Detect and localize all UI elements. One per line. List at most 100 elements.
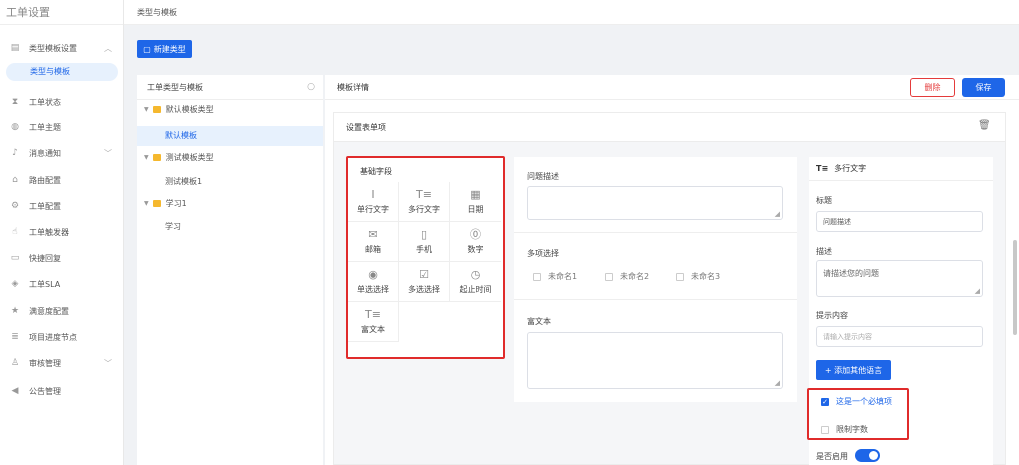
sidebar-item-label: 工单SLA bbox=[29, 279, 61, 289]
sidebar-item-label: 路由配置 bbox=[29, 175, 61, 185]
resize-grip-icon: ◢ bbox=[974, 287, 980, 295]
field-multi-line-text[interactable]: T≡ 多行文字 bbox=[399, 182, 450, 222]
limit-checkbox[interactable]: 限制字数 bbox=[821, 424, 868, 435]
sidebar-item-5[interactable]: ⌂ 路由配置 bbox=[0, 170, 124, 190]
required-checkbox[interactable]: ✓ 这是一个必填项 bbox=[821, 396, 892, 407]
tree-folder-test[interactable]: ▼ 测试模板类型 bbox=[144, 152, 214, 163]
sidebar-item-10[interactable]: ★ 满意度配置 bbox=[0, 301, 124, 321]
sidebar-item-4[interactable]: ♪ 消息通知 ﹀ bbox=[0, 143, 124, 163]
hint-input[interactable]: 请输入提示内容 bbox=[816, 326, 983, 347]
folder-icon bbox=[152, 106, 161, 113]
multi-line-text-icon: T≡ bbox=[416, 187, 432, 201]
tree-item-label: 学习1 bbox=[165, 199, 187, 208]
breadcrumb: 类型与模板 bbox=[124, 0, 1019, 25]
field-label: 富文本 bbox=[361, 324, 385, 334]
sidebar-item-2[interactable]: ⧗ 工单状态 bbox=[0, 92, 124, 112]
sidebar-item-8[interactable]: ▭ 快捷回复 bbox=[0, 248, 124, 268]
sidebar-item-label: 满意度配置 bbox=[29, 306, 69, 316]
tree-item-study[interactable]: 学习 bbox=[165, 221, 181, 232]
option-label: 未命名2 bbox=[620, 272, 650, 281]
shield-icon: ◈ bbox=[11, 279, 19, 289]
sidebar-item-9[interactable]: ◈ 工单SLA bbox=[0, 274, 124, 294]
tree-item-test1[interactable]: 测试模板1 bbox=[165, 176, 202, 187]
field-checkbox[interactable]: ☑ 多选选择 bbox=[399, 262, 450, 302]
sidebar-item-11[interactable]: ≣ 项目进度节点 bbox=[0, 327, 124, 347]
sidebar-item-label: 工单主题 bbox=[29, 122, 61, 132]
question-label: 问题描述 bbox=[527, 172, 559, 181]
field-radio[interactable]: ◉ 单选选择 bbox=[348, 262, 399, 302]
new-doc-icon: ▢ bbox=[143, 44, 151, 54]
sidebar-item-label: 项目进度节点 bbox=[29, 332, 77, 342]
divider bbox=[514, 299, 797, 300]
sidebar-item-1[interactable]: 类型与模板 bbox=[6, 63, 118, 81]
sidebar-item-3[interactable]: ◍ 工单主题 bbox=[0, 117, 124, 137]
field-rich-text[interactable]: T≡ 富文本 bbox=[348, 302, 399, 342]
field-label: 日期 bbox=[467, 204, 484, 214]
left-panel-header: 工单类型与模板 ○ bbox=[137, 75, 323, 100]
tree-item-label: 测试模板类型 bbox=[165, 153, 214, 162]
tree-item-label: 默认模板 bbox=[165, 131, 197, 140]
sidebar-item-12[interactable]: ♙ 审核管理 ﹀ bbox=[0, 353, 124, 373]
field-label: 手机 bbox=[416, 244, 432, 254]
save-button[interactable]: 保存 bbox=[962, 78, 1005, 97]
sidebar-item-label: 工单配置 bbox=[29, 201, 61, 211]
phone-icon: ▯ bbox=[420, 227, 428, 241]
divider bbox=[514, 232, 797, 233]
tree-folder-study[interactable]: ▼ 学习1 bbox=[144, 198, 187, 209]
question-textarea[interactable]: ◢ bbox=[527, 186, 783, 220]
new-type-button[interactable]: ▢ 新建类型 bbox=[137, 40, 192, 58]
field-clock[interactable]: ◷ 起止时间 bbox=[450, 262, 501, 302]
hint-label: 提示内容 bbox=[816, 311, 848, 320]
option-checkbox[interactable]: 未命名2 bbox=[605, 271, 649, 282]
gear-icon: ⚙ bbox=[10, 201, 20, 211]
enabled-toggle[interactable] bbox=[855, 449, 880, 462]
tree-selected-row[interactable]: 默认模板 bbox=[137, 126, 323, 146]
rich-text-area[interactable]: ◢ bbox=[527, 332, 783, 389]
option-label: 未命名3 bbox=[691, 272, 721, 281]
desc-value: 请描述您的问题 bbox=[823, 269, 879, 278]
form-section-title: 设置表单项 bbox=[333, 112, 1006, 142]
new-type-label: 新建类型 bbox=[153, 44, 186, 54]
sidebar-item-13[interactable]: ◀ 公告管理 bbox=[0, 381, 124, 401]
resize-grip-icon: ◢ bbox=[774, 379, 780, 387]
tree-folder-default[interactable]: ▼ 默认模板类型 bbox=[144, 104, 214, 115]
option-checkbox[interactable]: 未命名3 bbox=[676, 271, 720, 282]
title-input[interactable]: 问题描述 bbox=[816, 211, 983, 232]
megaphone-icon: ◀ bbox=[11, 386, 19, 396]
chevron-down-icon: ﹀ bbox=[104, 358, 112, 368]
template-icon: ▤ bbox=[10, 43, 20, 53]
desc-label: 描述 bbox=[816, 247, 832, 256]
sidebar-item-label: 类型模板设置 bbox=[29, 43, 77, 53]
required-label: 这是一个必填项 bbox=[836, 397, 892, 406]
sidebar-item-6[interactable]: ⚙ 工单配置 bbox=[0, 196, 124, 216]
field-palette-title: 基础字段 bbox=[360, 167, 392, 176]
properties-header: T≡ 多行文字 bbox=[816, 163, 866, 174]
sidebar-item-label: 审核管理 bbox=[29, 358, 61, 368]
field-mail[interactable]: ✉ 邮箱 bbox=[348, 222, 399, 262]
caret-down-icon: ▼ bbox=[144, 200, 149, 207]
field-label: 数字 bbox=[467, 244, 484, 254]
desc-textarea[interactable]: 请描述您的问题 ◢ bbox=[816, 260, 983, 297]
sidebar-item-0[interactable]: ▤ 类型模板设置 ︿ bbox=[0, 38, 124, 58]
field-single-line-text[interactable]: Ⅰ 单行文字 bbox=[348, 182, 399, 222]
field-phone[interactable]: ▯ 手机 bbox=[399, 222, 450, 262]
clock-icon: ◷ bbox=[470, 267, 481, 281]
toggle-knob bbox=[869, 451, 878, 460]
mail-icon: ✉ bbox=[368, 227, 378, 241]
multi-select-label: 多项选择 bbox=[527, 249, 559, 258]
reply-icon: ▭ bbox=[10, 253, 20, 263]
field-label: 多行文字 bbox=[408, 204, 440, 214]
sidebar-item-7[interactable]: ☝ 工单触发器 bbox=[0, 222, 124, 242]
scrollbar[interactable] bbox=[1013, 240, 1017, 335]
field-type-label: 多行文字 bbox=[834, 164, 867, 173]
delete-button[interactable]: 删除 bbox=[910, 78, 955, 97]
add-language-button[interactable]: + 添加其他语言 bbox=[816, 360, 891, 380]
field-label: 单选选择 bbox=[357, 284, 389, 294]
field-number[interactable]: ⓪ 数字 bbox=[450, 222, 501, 262]
field-calendar[interactable]: ▦ 日期 bbox=[450, 182, 501, 222]
trash-icon[interactable]: 🗑 bbox=[978, 120, 991, 131]
search-icon[interactable]: ○ bbox=[307, 82, 315, 92]
list-icon: ≣ bbox=[11, 332, 19, 342]
option-checkbox[interactable]: 未命名1 bbox=[533, 271, 577, 282]
checkbox-box bbox=[676, 272, 684, 281]
